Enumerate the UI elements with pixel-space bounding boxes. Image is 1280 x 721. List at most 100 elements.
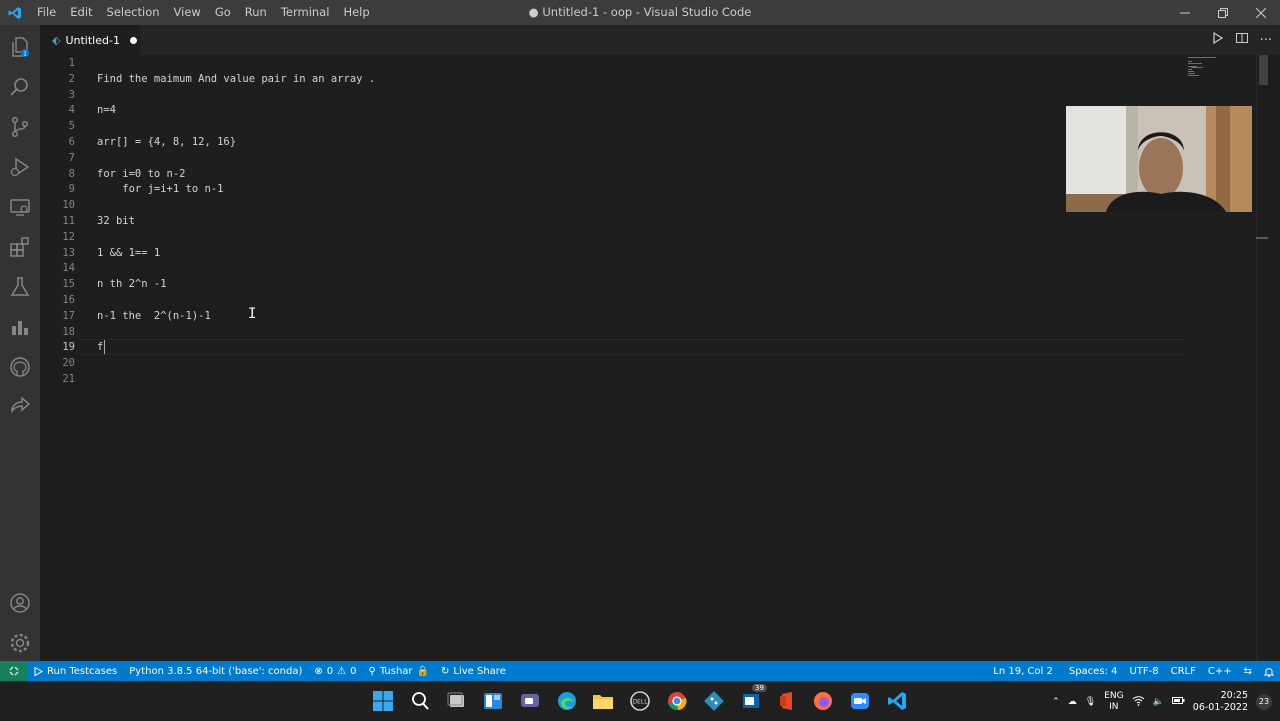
source-control-icon[interactable] bbox=[8, 115, 32, 139]
taskbar-search-icon[interactable] bbox=[409, 690, 431, 712]
charts-icon[interactable] bbox=[8, 315, 32, 339]
microphone-icon[interactable]: 🎙 bbox=[1085, 697, 1096, 707]
code-line[interactable]: n-1 the 2^(n-1)-1 bbox=[97, 309, 211, 323]
live-share-label: Live Share bbox=[453, 665, 506, 677]
onedrive-cloud-icon[interactable]: ☁ bbox=[1068, 697, 1077, 707]
encoding[interactable]: UTF-8 bbox=[1123, 666, 1164, 677]
python-interpreter-button[interactable]: Python 3.8.5 64-bit ('base': conda) bbox=[123, 666, 308, 677]
explorer-icon[interactable]: 1 bbox=[8, 35, 32, 59]
minimap[interactable] bbox=[1188, 55, 1248, 85]
notifications-bell-icon[interactable] bbox=[1258, 666, 1280, 677]
menu-file[interactable]: File bbox=[30, 0, 63, 25]
file-explorer-icon[interactable] bbox=[592, 690, 614, 712]
zoom-icon[interactable] bbox=[849, 690, 871, 712]
firefox-icon[interactable] bbox=[812, 690, 834, 712]
webcam-overlay bbox=[1066, 106, 1252, 212]
feedback-icon[interactable]: ⇆ bbox=[1238, 666, 1258, 677]
indentation[interactable]: Spaces: 4 bbox=[1059, 666, 1124, 677]
volume-icon[interactable]: 🔈 bbox=[1153, 697, 1164, 707]
windows-start-icon[interactable] bbox=[372, 690, 394, 712]
run-testcases-label: Run Testcases bbox=[47, 665, 118, 677]
code-line[interactable]: n=4 bbox=[97, 103, 116, 117]
more-actions-icon[interactable]: ··· bbox=[1260, 33, 1272, 48]
line-number: 9 bbox=[68, 183, 75, 195]
code-line[interactable]: 1 && 1== 1 bbox=[97, 246, 160, 260]
split-editor-icon[interactable] bbox=[1235, 32, 1248, 48]
menu-run[interactable]: Run bbox=[238, 0, 274, 25]
svg-text:DELL: DELL bbox=[632, 699, 648, 706]
python-label: Python 3.8.5 64-bit ('base': conda) bbox=[129, 665, 303, 677]
cursor-position[interactable]: Ln 19, Col 2 bbox=[987, 666, 1059, 677]
edge-browser-icon[interactable] bbox=[556, 690, 578, 712]
text-cursor bbox=[104, 340, 105, 354]
code-line[interactable]: 32 bit bbox=[97, 214, 135, 228]
error-count: 0 bbox=[326, 665, 334, 677]
task-view-icon[interactable] bbox=[446, 690, 468, 712]
code-line[interactable]: n th 2^n -1 bbox=[97, 277, 167, 291]
line-number: 2 bbox=[68, 73, 75, 85]
line-number: 12 bbox=[62, 231, 75, 243]
settings-gear-icon[interactable] bbox=[8, 631, 32, 655]
activity-bar: 1 bbox=[0, 25, 40, 661]
extensions-icon[interactable] bbox=[8, 235, 32, 259]
editor-tab-bar: ⬖ Untitled-1 ··· bbox=[40, 25, 1280, 55]
menu-help[interactable]: Help bbox=[336, 0, 376, 25]
outlook-mail-icon[interactable]: 39 bbox=[740, 684, 767, 712]
tab-untitled-1[interactable]: ⬖ Untitled-1 bbox=[40, 25, 140, 55]
minimize-button[interactable] bbox=[1166, 0, 1204, 25]
window-controls bbox=[1166, 0, 1280, 25]
line-number: 10 bbox=[62, 199, 75, 211]
end-of-line[interactable]: CRLF bbox=[1165, 666, 1202, 677]
teams-chat-icon[interactable] bbox=[519, 690, 541, 712]
office-icon[interactable] bbox=[776, 690, 798, 712]
line-number: 18 bbox=[62, 326, 75, 338]
close-button[interactable] bbox=[1242, 0, 1280, 25]
scrollbar-thumb[interactable] bbox=[1259, 55, 1268, 85]
run-testcases-button[interactable]: Run Testcases bbox=[28, 666, 123, 677]
menu-view[interactable]: View bbox=[167, 0, 208, 25]
clock[interactable]: 20:25 06-01-2022 bbox=[1193, 690, 1248, 714]
code-line[interactable]: f bbox=[97, 340, 103, 354]
wifi-icon[interactable] bbox=[1132, 695, 1145, 709]
line-number: 15 bbox=[62, 278, 75, 290]
account-status-button[interactable]: ⚲ Tushar 🔒 bbox=[363, 666, 436, 677]
vertical-scrollbar[interactable] bbox=[1256, 55, 1268, 661]
code-line[interactable]: for i=0 to n-2 bbox=[97, 167, 186, 181]
unsaved-dot-icon[interactable] bbox=[129, 36, 137, 44]
vscode-taskbar-icon[interactable] bbox=[886, 690, 908, 712]
menu-terminal[interactable]: Terminal bbox=[274, 0, 337, 25]
chrome-icon[interactable] bbox=[666, 690, 688, 712]
title-bar: File Edit Selection View Go Run Terminal… bbox=[0, 0, 1280, 25]
run-debug-icon[interactable] bbox=[8, 155, 32, 179]
code-line[interactable]: arr[] = {4, 8, 12, 16} bbox=[97, 135, 236, 149]
line-number: 5 bbox=[68, 120, 75, 132]
testing-flask-icon[interactable] bbox=[8, 275, 32, 299]
remote-indicator-icon[interactable] bbox=[0, 661, 28, 681]
tray-overflow-chevron-up-icon[interactable]: ⌃ bbox=[1052, 697, 1060, 707]
accounts-icon[interactable] bbox=[8, 591, 32, 615]
vscode-logo-icon bbox=[0, 0, 30, 25]
remote-explorer-icon[interactable] bbox=[8, 195, 32, 219]
menu-edit[interactable]: Edit bbox=[63, 0, 99, 25]
search-icon[interactable] bbox=[8, 75, 32, 99]
menu-go[interactable]: Go bbox=[208, 0, 238, 25]
widgets-icon[interactable] bbox=[482, 690, 504, 712]
restore-button[interactable] bbox=[1204, 0, 1242, 25]
code-line[interactable]: for j=i+1 to n-1 bbox=[97, 182, 223, 196]
input-language[interactable]: ENG IN bbox=[1104, 691, 1123, 713]
play-icon bbox=[34, 666, 43, 676]
problems-button[interactable]: ⊗ 0 ⚠ 0 bbox=[308, 666, 362, 677]
menu-selection[interactable]: Selection bbox=[100, 0, 167, 25]
live-share-button[interactable]: ↻ Live Share bbox=[435, 666, 512, 677]
live-share-icon[interactable] bbox=[8, 395, 32, 419]
dell-icon[interactable]: DELL bbox=[629, 690, 651, 712]
code-line[interactable]: Find the maimum And value pair in an arr… bbox=[97, 72, 375, 86]
notification-count-badge[interactable]: 23 bbox=[1256, 693, 1272, 710]
language-mode[interactable]: C++ bbox=[1202, 666, 1238, 677]
battery-icon[interactable] bbox=[1171, 695, 1185, 709]
github-icon[interactable] bbox=[8, 355, 32, 379]
line-number: 16 bbox=[62, 294, 75, 306]
line-number: 6 bbox=[68, 136, 75, 148]
git-tool-icon[interactable] bbox=[703, 690, 725, 712]
run-icon[interactable] bbox=[1212, 31, 1224, 48]
